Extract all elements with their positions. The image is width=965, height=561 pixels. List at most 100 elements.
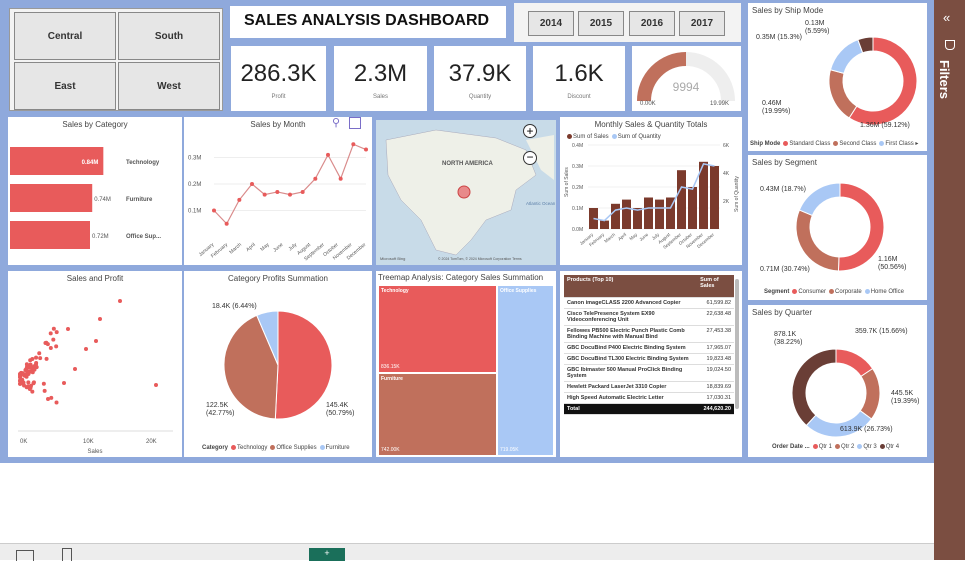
table-row[interactable]: Fellowes PB500 Electric Punch Plastic Co… [564,325,734,343]
filters-pane[interactable]: « Filters [934,0,965,560]
region-central[interactable]: Central [14,12,116,60]
scatter-point[interactable] [30,356,35,361]
data-point[interactable] [364,147,368,152]
year-2014[interactable]: 2014 [528,11,574,36]
region-west[interactable]: West [118,62,220,110]
category-bar[interactable] [10,221,90,249]
scatter-point[interactable] [30,370,35,375]
treemap-tile-furniture[interactable]: Furniture 742.00K [378,373,497,456]
map-card[interactable]: NORTH AMERICA Atlantic Ocean Microsoft B… [376,120,556,265]
data-point[interactable] [338,176,343,181]
chart-slice[interactable] [828,69,858,119]
scatter-point[interactable] [94,339,98,343]
column-header[interactable]: Products (Top 10) [564,275,698,298]
year-2015[interactable]: 2015 [578,11,624,36]
scatter-point[interactable] [62,381,66,385]
collapse-filters-icon[interactable]: « [943,10,950,25]
legend-next-icon[interactable]: ▸ [914,141,918,147]
year-2016[interactable]: 2016 [629,11,675,36]
table-row[interactable]: Cisco TelePresence System EX90 Videoconf… [564,308,734,326]
map-bubble[interactable] [457,185,471,199]
sales-bar[interactable] [600,220,609,229]
treemap-tile-office-supplies[interactable]: Office Supplies 719.05K [497,285,554,456]
year-2017[interactable]: 2017 [679,11,725,36]
table-row[interactable]: High Speed Automatic Electric Letter 17,0… [564,392,734,404]
scatter-point[interactable] [48,331,53,336]
scatter-point[interactable] [154,383,158,387]
category-bar[interactable] [10,184,93,212]
scatter-point[interactable] [84,347,88,351]
mobile-view-icon[interactable] [62,548,72,561]
focus-icon[interactable] [349,117,361,129]
table-row[interactable]: GBC DocuBind TL300 Electric Binding Syst… [564,353,734,365]
scatter-point[interactable] [24,372,29,377]
region-south[interactable]: South [118,12,220,60]
zoom-in-button[interactable]: + [523,124,537,138]
scatter-point[interactable] [118,299,122,303]
scatter-point[interactable] [46,397,50,401]
scatter-point[interactable] [48,345,53,350]
scatter-point[interactable] [51,337,56,342]
scatter-point[interactable] [45,342,50,347]
scatter-point[interactable] [26,380,31,385]
scatter-point[interactable] [38,356,43,361]
sales-bar[interactable] [688,187,697,229]
chart-slice[interactable] [805,410,873,438]
scatter-point[interactable] [37,351,42,356]
chart-slice[interactable] [859,367,881,420]
data-point[interactable] [313,176,318,181]
filter-icon[interactable]: ⚲ [332,117,344,129]
data-point[interactable] [326,152,330,157]
data-point[interactable] [351,142,356,147]
scatter-point[interactable] [24,362,29,367]
region-east[interactable]: East [14,62,116,110]
chart-slice[interactable] [791,348,837,427]
scatter-point[interactable] [54,330,59,335]
scatter-point[interactable] [33,362,38,367]
scatter-point[interactable] [41,381,46,386]
scatter-point[interactable] [18,375,23,380]
page-view-icon[interactable] [16,550,34,561]
table-row[interactable]: GBC Ibimaster 500 Manual ProClick Bindin… [564,364,734,382]
scatter-point[interactable] [31,380,36,385]
chart-slice[interactable] [274,310,333,420]
chart-slice[interactable] [829,39,864,74]
data-point[interactable] [262,192,267,197]
data-point[interactable] [300,189,305,194]
scatter-point[interactable] [73,367,77,371]
scatter-point[interactable] [66,327,70,331]
sales-bar[interactable] [644,197,653,230]
column-header[interactable]: Sum of Sales [697,275,734,298]
data-point[interactable] [250,182,254,186]
data-point[interactable] [288,192,292,197]
scatter-point[interactable] [28,365,33,370]
sales-bar[interactable] [677,170,686,229]
sales-bar[interactable] [622,199,631,229]
zoom-out-button[interactable]: − [523,151,537,165]
scatter-point[interactable] [44,356,49,361]
data-point[interactable] [224,221,229,226]
chart-slice[interactable] [795,209,840,272]
scatter-chart: 0K 10K 20K Sales [18,299,173,455]
table-row[interactable]: GBC DocuBind P400 Electric Binding Syste… [564,342,734,354]
scatter-point[interactable] [34,355,39,360]
data-point[interactable] [212,208,216,213]
scatter-point[interactable] [98,317,102,321]
sales-bar[interactable] [611,203,620,229]
scatter-point[interactable] [42,388,47,393]
sales-bar[interactable] [655,199,664,229]
product-sales: 27,453.38 [697,325,734,343]
data-point[interactable] [237,197,242,202]
treemap-tile-technology[interactable]: Technology 836.15K [378,285,497,373]
scatter-point[interactable] [54,344,59,349]
add-page-button[interactable]: + [309,548,345,561]
sales-bar[interactable] [633,208,642,229]
table-row[interactable]: Canon imageCLASS 2200 Advanced Copier 61,… [564,297,734,309]
table-scrollbar[interactable] [735,279,739,409]
scatter-point[interactable] [51,326,56,331]
data-point[interactable] [275,189,280,194]
scatter-point[interactable] [54,400,59,405]
sales-bar[interactable] [710,166,719,229]
table-row[interactable]: Hewlett Packard LaserJet 3310 Copier 18,8… [564,381,734,393]
scatter-point[interactable] [18,381,23,386]
